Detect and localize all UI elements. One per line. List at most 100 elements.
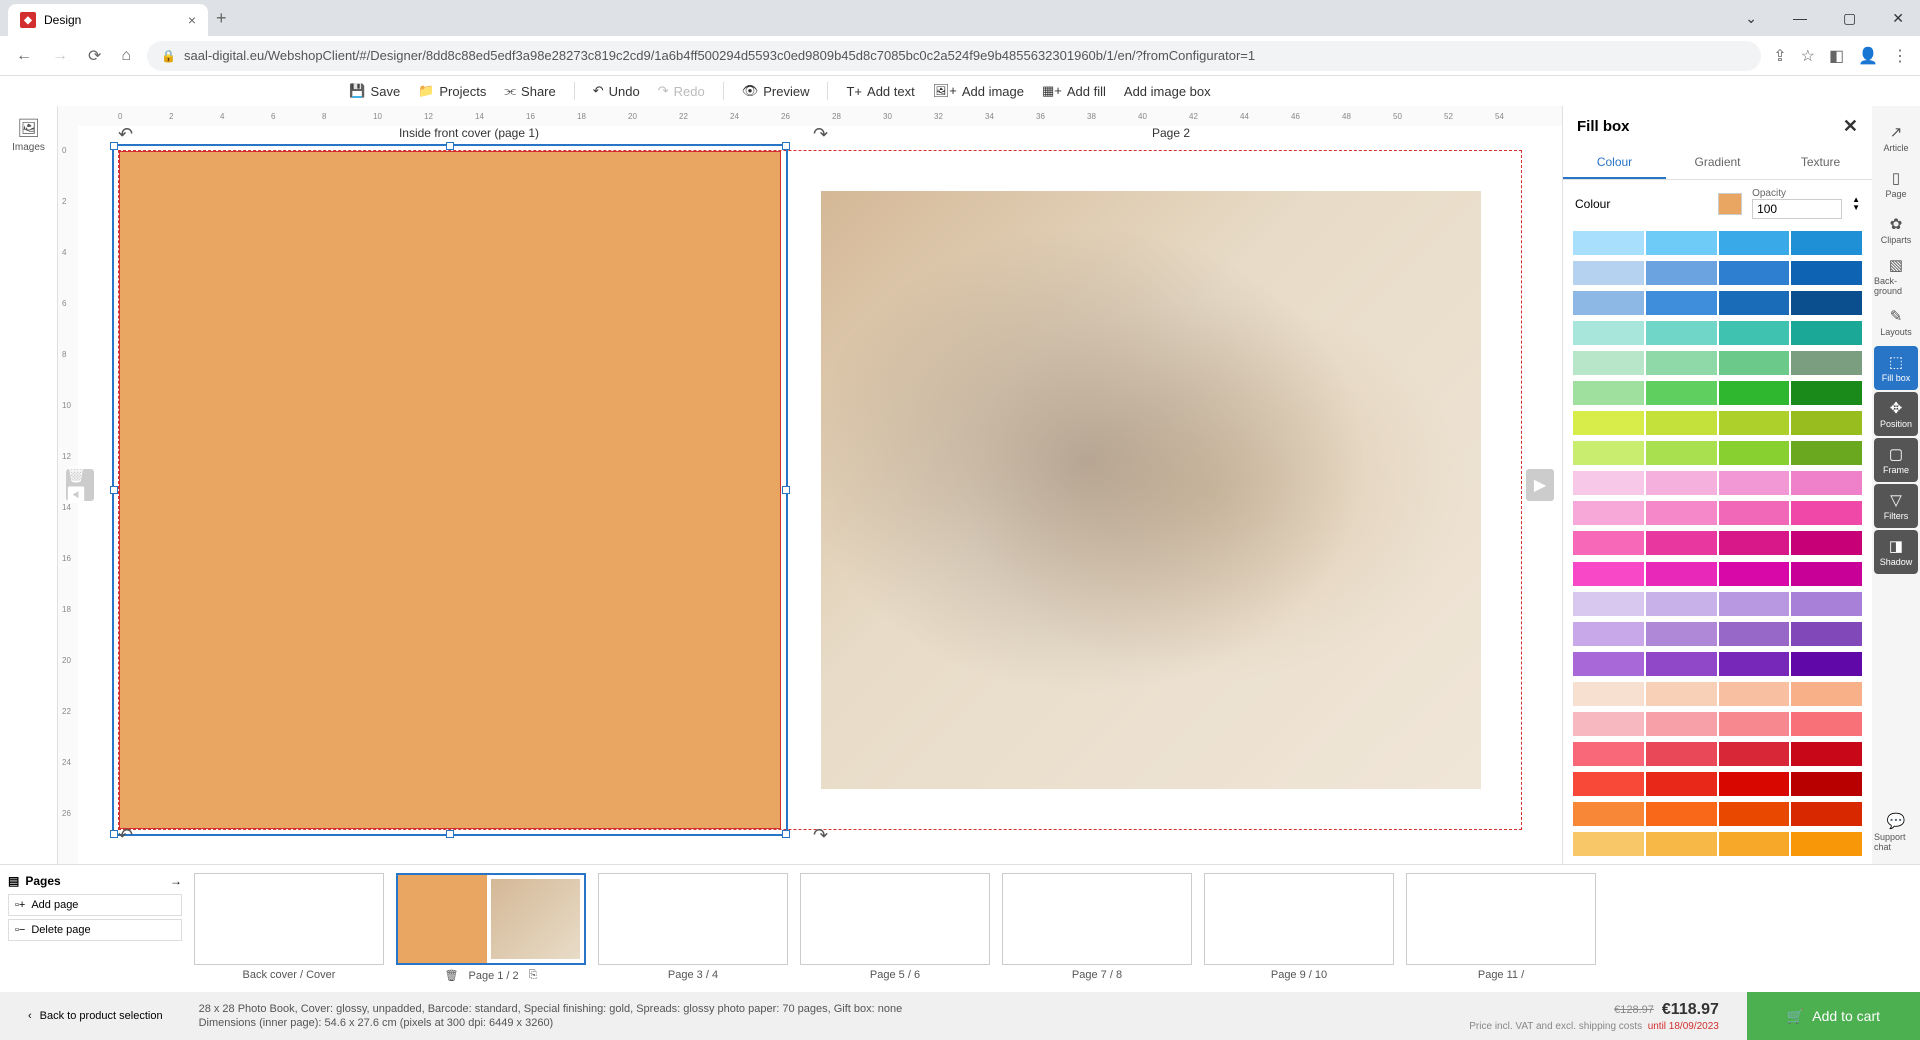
colour-swatch[interactable] — [1573, 321, 1644, 345]
colour-swatch[interactable] — [1573, 351, 1644, 375]
colour-swatch[interactable] — [1791, 261, 1862, 285]
next-page-button[interactable]: ▶ — [1526, 469, 1554, 501]
colour-swatch[interactable] — [1791, 321, 1862, 345]
colour-swatch[interactable] — [1646, 622, 1717, 646]
colour-swatch[interactable] — [1646, 441, 1717, 465]
page-thumbnail[interactable]: Page 5 / 6 — [800, 873, 990, 984]
page-right[interactable] — [781, 151, 1521, 829]
colour-swatch[interactable] — [1573, 622, 1644, 646]
colour-swatch[interactable] — [1646, 321, 1717, 345]
thumb-copy-icon[interactable]: ⎘ — [529, 969, 538, 982]
add-page-button[interactable]: ▫+Add page — [8, 894, 182, 916]
colour-swatch[interactable] — [1791, 742, 1862, 766]
colour-swatch[interactable] — [1719, 652, 1790, 676]
tool-shadow[interactable]: ◨Shadow — [1874, 530, 1918, 574]
colour-swatch[interactable] — [1791, 441, 1862, 465]
tool-background[interactable]: ▧Back-ground — [1874, 254, 1918, 298]
colour-swatch[interactable] — [1573, 652, 1644, 676]
profile-icon[interactable]: 👤 — [1858, 46, 1878, 66]
colour-swatch[interactable] — [1719, 562, 1790, 586]
colour-swatch[interactable] — [1791, 772, 1862, 796]
colour-swatch[interactable] — [1573, 832, 1644, 856]
colour-swatch[interactable] — [1719, 742, 1790, 766]
colour-swatch[interactable] — [1646, 261, 1717, 285]
menu-icon[interactable]: ⋮ — [1892, 46, 1908, 66]
colour-swatch[interactable] — [1719, 531, 1790, 555]
projects-button[interactable]: 📁Projects — [418, 83, 486, 99]
colour-swatch[interactable] — [1573, 592, 1644, 616]
colour-swatch[interactable] — [1719, 772, 1790, 796]
colour-swatch[interactable] — [1719, 261, 1790, 285]
colour-swatch[interactable] — [1791, 411, 1862, 435]
reload-icon[interactable]: ⟳ — [84, 42, 105, 70]
tab-colour[interactable]: Colour — [1563, 147, 1666, 179]
colour-swatch[interactable] — [1573, 261, 1644, 285]
undo-button[interactable]: ↶Undo — [593, 83, 640, 99]
new-tab-button[interactable]: + — [216, 8, 227, 29]
colour-swatch[interactable] — [1791, 682, 1862, 706]
page-thumbnail[interactable]: 🗑Page 1 / 2⎘ — [396, 873, 586, 984]
colour-swatch[interactable] — [1646, 712, 1717, 736]
bookmark-icon[interactable]: ☆ — [1801, 46, 1815, 66]
sidebar-images[interactable]: 🖼 Images — [12, 118, 45, 153]
colour-swatch[interactable] — [1791, 501, 1862, 525]
resize-handle-br[interactable] — [782, 830, 790, 838]
colour-swatch[interactable] — [1719, 592, 1790, 616]
colour-swatch[interactable] — [1791, 652, 1862, 676]
prev-page-button[interactable]: 🗑 ◀ — [66, 469, 94, 501]
colour-swatch[interactable] — [1719, 622, 1790, 646]
colour-swatch[interactable] — [1791, 231, 1862, 255]
page-thumbnail[interactable]: Page 3 / 4 — [598, 873, 788, 984]
colour-swatch[interactable] — [1646, 802, 1717, 826]
colour-swatch[interactable] — [1573, 381, 1644, 405]
colour-swatch[interactable] — [1646, 231, 1717, 255]
colour-swatch[interactable] — [1646, 471, 1717, 495]
colour-swatch[interactable] — [1646, 531, 1717, 555]
fill-box-selected[interactable] — [119, 151, 781, 829]
colour-swatch[interactable] — [1719, 381, 1790, 405]
colour-swatch[interactable] — [1791, 832, 1862, 856]
colour-swatch[interactable] — [1719, 682, 1790, 706]
colour-swatch[interactable] — [1573, 291, 1644, 315]
colour-swatch[interactable] — [1573, 531, 1644, 555]
resize-handle-bm[interactable] — [446, 830, 454, 838]
tool-article[interactable]: ↗Article — [1874, 116, 1918, 160]
colour-swatch[interactable] — [1719, 802, 1790, 826]
tool-filters[interactable]: ▽Filters — [1874, 484, 1918, 528]
resize-handle-bl[interactable] — [110, 830, 118, 838]
colour-swatch[interactable] — [1573, 772, 1644, 796]
colour-swatch[interactable] — [1719, 441, 1790, 465]
colour-swatch[interactable] — [1791, 471, 1862, 495]
add-to-cart-button[interactable]: 🛒 Add to cart — [1747, 992, 1920, 1040]
home-icon[interactable]: ⌂ — [117, 43, 135, 69]
colour-swatch[interactable] — [1573, 471, 1644, 495]
colour-swatch[interactable] — [1719, 351, 1790, 375]
colour-swatch[interactable] — [1573, 802, 1644, 826]
colour-swatch[interactable] — [1791, 802, 1862, 826]
colour-swatch[interactable] — [1646, 562, 1717, 586]
page-thumbnail[interactable]: Page 11 / — [1406, 873, 1596, 984]
colour-swatch[interactable] — [1646, 772, 1717, 796]
colour-swatch[interactable] — [1573, 742, 1644, 766]
colour-swatch[interactable] — [1646, 381, 1717, 405]
share-page-icon[interactable]: ⇪ — [1773, 46, 1786, 66]
resize-handle-tl[interactable] — [110, 142, 118, 150]
colour-swatch[interactable] — [1646, 832, 1717, 856]
colour-swatch[interactable] — [1646, 592, 1717, 616]
sidepanel-icon[interactable]: ◧ — [1829, 46, 1844, 66]
minimize-icon[interactable]: — — [1785, 6, 1815, 31]
opacity-input[interactable] — [1752, 199, 1842, 219]
colour-swatch[interactable] — [1791, 592, 1862, 616]
page-thumbnail[interactable]: Page 9 / 10 — [1204, 873, 1394, 984]
colour-swatch[interactable] — [1573, 682, 1644, 706]
colour-swatch[interactable] — [1573, 712, 1644, 736]
colour-swatch[interactable] — [1646, 291, 1717, 315]
tool-cliparts[interactable]: ✿Cliparts — [1874, 208, 1918, 252]
page-thumbnail[interactable]: Page 7 / 8 — [1002, 873, 1192, 984]
resize-handle-ml[interactable] — [110, 486, 118, 494]
colour-swatch[interactable] — [1791, 351, 1862, 375]
opacity-stepper-icon[interactable]: ▲▼ — [1852, 196, 1860, 212]
add-fill-button[interactable]: ▦+Add fill — [1042, 83, 1106, 99]
preview-button[interactable]: 👁Preview — [742, 83, 810, 99]
add-text-button[interactable]: T+Add text — [846, 84, 914, 99]
